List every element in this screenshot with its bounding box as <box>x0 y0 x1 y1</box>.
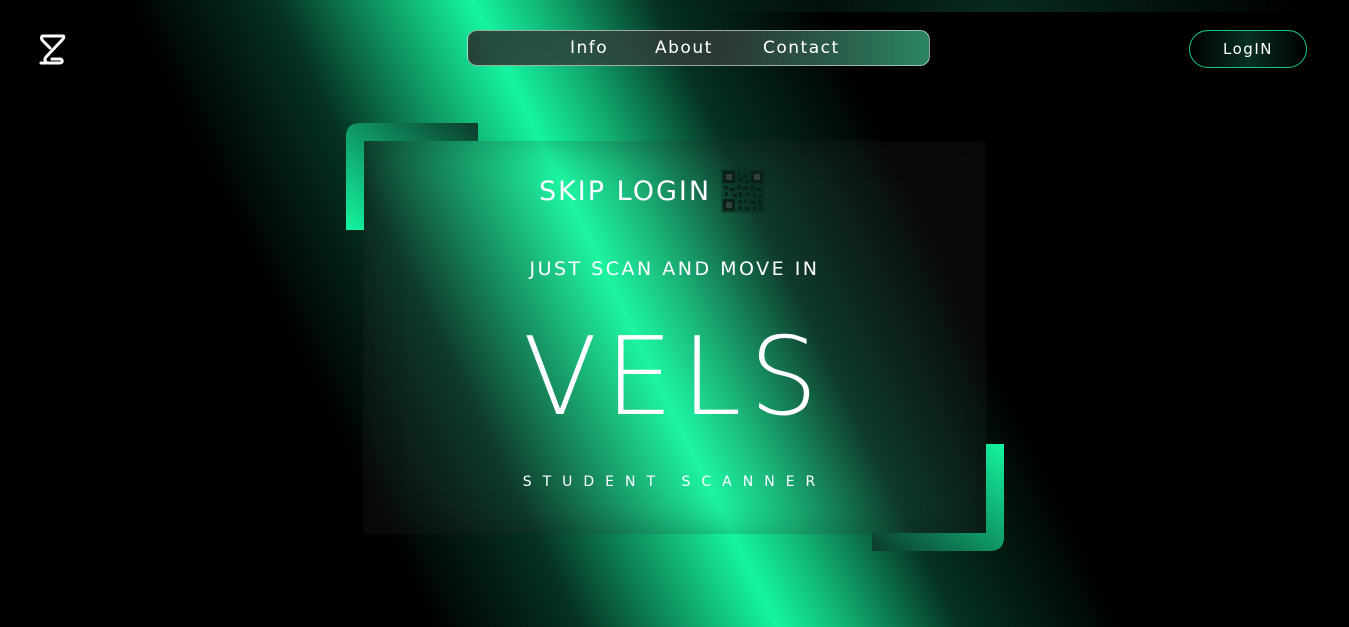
qr-code-icon[interactable] <box>721 169 766 213</box>
frame-corner-bottom-right <box>872 444 1004 551</box>
beam-top-glow <box>700 0 1300 12</box>
skip-login-row[interactable]: SKIP LOGIN <box>0 169 1349 213</box>
skip-login-label[interactable]: SKIP LOGIN <box>539 176 711 207</box>
nav-item-info[interactable]: Info <box>570 38 608 58</box>
login-button[interactable]: LogIN <box>1189 30 1307 68</box>
brand-title: VELS <box>523 315 826 440</box>
nav-item-about[interactable]: About <box>655 38 713 58</box>
hero-tagline: JUST SCAN AND MOVE IN <box>529 258 820 280</box>
landing-page: Info About Contact LogIN SKIP LOGIN JUST… <box>0 0 1349 627</box>
nav-item-contact[interactable]: Contact <box>763 38 840 58</box>
hero-subtitle: STUDENT SCANNER <box>522 474 827 490</box>
hourglass-s-logo-icon[interactable] <box>38 33 68 67</box>
top-nav: Info About Contact <box>467 30 930 66</box>
